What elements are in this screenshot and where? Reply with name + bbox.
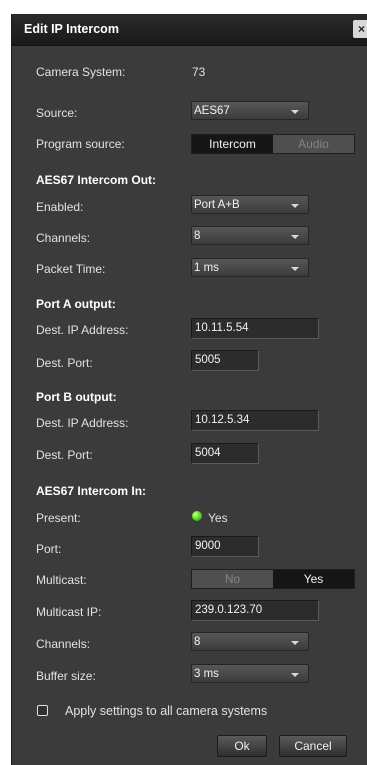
aes67-in-heading: AES67 Intercom In: [36, 484, 147, 498]
source-value: AES67 [194, 105, 230, 117]
dialog-title: Edit IP Intercom [24, 22, 119, 36]
program-source-toggle: Intercom Audio [191, 134, 355, 154]
dialog-titlebar[interactable]: Edit IP Intercom × [12, 14, 367, 46]
buffer-size-label: Buffer size: [36, 669, 96, 683]
camera-system-label: Camera System: [36, 65, 126, 79]
packet-time-value: 1 ms [194, 262, 219, 274]
multicast-toggle: No Yes [191, 569, 355, 589]
in-channels-value: 8 [194, 636, 201, 648]
edit-ip-intercom-dialog: Edit IP Intercom × Camera System: 73 Sou… [11, 14, 367, 765]
enabled-label: Enabled: [36, 200, 84, 214]
ok-button[interactable]: Ok [217, 735, 267, 757]
status-led-icon [192, 511, 202, 521]
apply-all-checkbox[interactable] [37, 705, 48, 716]
port-b-heading: Port B output: [36, 390, 117, 404]
in-channels-dropdown[interactable]: 8 [191, 632, 309, 651]
port-b-dest-ip-field[interactable]: 10.12.5.34 [191, 410, 319, 431]
aes67-out-heading: AES67 Intercom Out: [36, 173, 157, 187]
present-label: Present: [36, 511, 81, 525]
in-port-label: Port: [36, 542, 62, 556]
chevron-down-icon [291, 267, 299, 271]
port-b-dest-port-field[interactable]: 5004 [191, 443, 259, 464]
apply-all-label[interactable]: Apply settings to all camera systems [65, 704, 267, 718]
program-source-intercom-option[interactable]: Intercom [192, 135, 273, 153]
port-a-dest-port-label: Dest. Port: [36, 356, 93, 370]
port-b-dest-port-label: Dest. Port: [36, 448, 93, 462]
out-channels-dropdown[interactable]: 8 [191, 226, 309, 245]
packet-time-label: Packet Time: [36, 262, 106, 276]
source-label: Source: [36, 106, 78, 120]
present-value: Yes [208, 511, 228, 525]
multicast-label: Multicast: [36, 573, 87, 587]
port-b-dest-ip-label: Dest. IP Address: [36, 416, 129, 430]
multicast-no-option[interactable]: No [192, 570, 273, 588]
out-channels-value: 8 [194, 230, 201, 242]
chevron-down-icon [291, 235, 299, 239]
port-a-dest-ip-label: Dest. IP Address: [36, 323, 129, 337]
camera-system-value: 73 [192, 65, 206, 79]
chevron-down-icon [291, 204, 299, 208]
multicast-ip-label: Multicast IP: [36, 605, 102, 619]
port-a-heading: Port A output: [36, 297, 116, 311]
enabled-dropdown[interactable]: Port A+B [191, 195, 309, 214]
source-dropdown[interactable]: AES67 [191, 101, 309, 120]
in-port-field[interactable]: 9000 [191, 536, 259, 557]
multicast-yes-option[interactable]: Yes [273, 570, 354, 588]
program-source-label: Program source: [36, 137, 125, 151]
chevron-down-icon [291, 673, 299, 677]
program-source-audio-option[interactable]: Audio [273, 135, 354, 153]
port-a-dest-port-field[interactable]: 5005 [191, 350, 259, 371]
buffer-size-dropdown[interactable]: 3 ms [191, 664, 309, 683]
close-icon[interactable]: × [353, 20, 367, 38]
chevron-down-icon [291, 641, 299, 645]
packet-time-dropdown[interactable]: 1 ms [191, 258, 309, 277]
port-a-dest-ip-field[interactable]: 10.11.5.54 [191, 318, 319, 339]
cancel-button[interactable]: Cancel [279, 735, 347, 757]
chevron-down-icon [291, 110, 299, 114]
in-channels-label: Channels: [36, 637, 91, 651]
enabled-value: Port A+B [194, 199, 240, 211]
buffer-size-value: 3 ms [194, 668, 219, 680]
out-channels-label: Channels: [36, 231, 91, 245]
multicast-ip-field[interactable]: 239.0.123.70 [191, 600, 319, 621]
